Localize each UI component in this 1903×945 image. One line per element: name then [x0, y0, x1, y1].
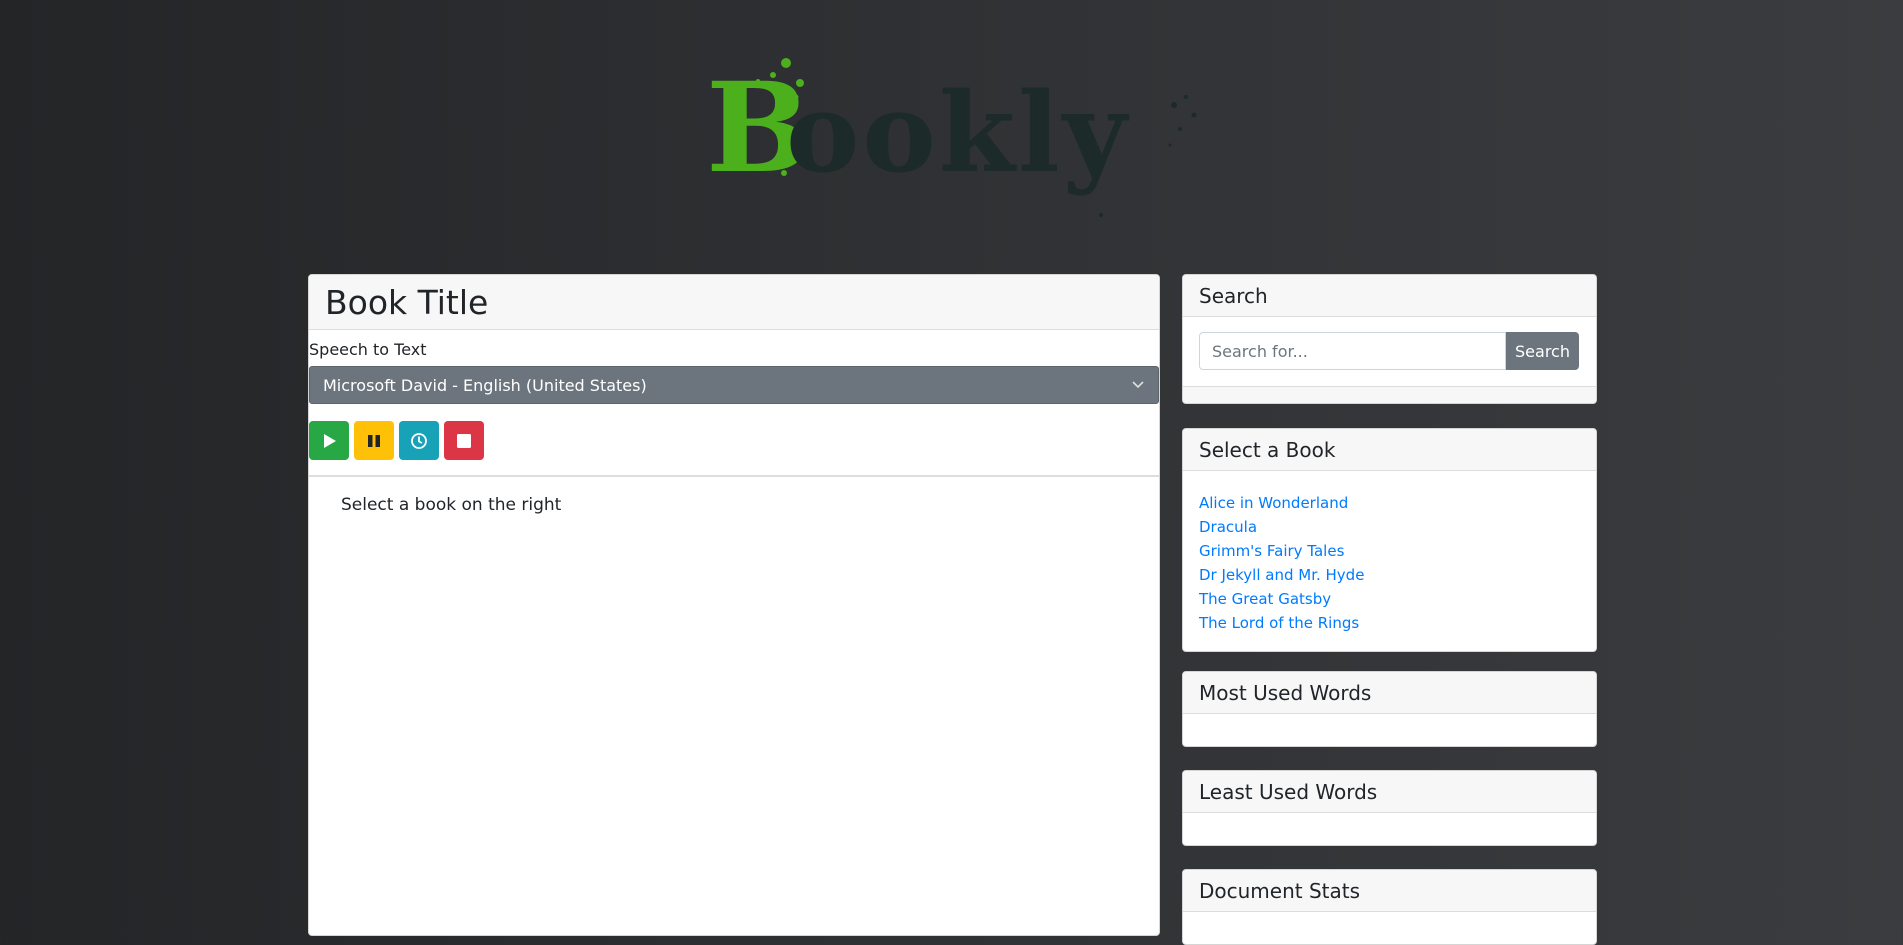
playback-controls: [309, 421, 1159, 461]
document-stats-body: [1183, 912, 1596, 944]
least-used-words-card: Least Used Words: [1182, 770, 1597, 846]
search-card-header: Search: [1183, 275, 1596, 317]
play-button[interactable]: [309, 421, 349, 460]
book-link-lotr[interactable]: The Lord of the Rings: [1199, 611, 1580, 635]
most-used-words-title: Most Used Words: [1199, 680, 1372, 705]
pause-button[interactable]: [354, 421, 394, 460]
search-card-footer: [1183, 386, 1596, 403]
most-used-words-body: [1183, 714, 1596, 746]
stop-icon: [457, 433, 471, 448]
book-link-grimm[interactable]: Grimm's Fairy Tales: [1199, 539, 1580, 563]
search-group: Search: [1183, 317, 1596, 386]
book-link-alice[interactable]: Alice in Wonderland: [1199, 491, 1580, 515]
book-title: Book Title: [325, 282, 489, 322]
select-book-card: Select a Book Alice in Wonderland Dracul…: [1182, 428, 1597, 652]
stop-button[interactable]: [444, 421, 484, 460]
document-stats-header: Document Stats: [1183, 870, 1596, 912]
voice-select[interactable]: Microsoft David - English (United States…: [309, 366, 1159, 404]
most-used-words-card: Most Used Words: [1182, 671, 1597, 747]
book-reader-card: Book Title Speech to Text Microsoft Davi…: [308, 274, 1160, 936]
select-book-title: Select a Book: [1199, 437, 1336, 462]
search-button[interactable]: Search: [1506, 332, 1579, 370]
bookly-logo: B ookly: [700, 45, 1220, 225]
pause-icon: [368, 434, 380, 447]
book-link-gatsby[interactable]: The Great Gatsby: [1199, 587, 1580, 611]
least-used-words-title: Least Used Words: [1199, 779, 1378, 804]
document-stats-title: Document Stats: [1199, 878, 1361, 903]
most-used-words-header: Most Used Words: [1183, 672, 1596, 714]
search-card: Search Search: [1182, 274, 1597, 404]
logo-rest: ookly: [786, 68, 1130, 197]
select-book-header: Select a Book: [1183, 429, 1596, 471]
clock-icon: [411, 432, 427, 449]
speech-to-text-label: Speech to Text: [309, 340, 427, 359]
play-icon: [324, 433, 336, 448]
book-list: Alice in Wonderland Dracula Grimm's Fair…: [1183, 471, 1596, 651]
least-used-words-body: [1183, 813, 1596, 845]
content-divider: [309, 475, 1159, 477]
chevron-down-icon: [1132, 381, 1144, 389]
book-link-dracula[interactable]: Dracula: [1199, 515, 1580, 539]
document-stats-card: Document Stats: [1182, 869, 1597, 945]
book-title-header: Book Title: [309, 275, 1159, 330]
book-content: Select a book on the right: [341, 495, 562, 515]
search-input[interactable]: [1199, 332, 1506, 370]
least-used-words-header: Least Used Words: [1183, 771, 1596, 813]
voice-select-value: Microsoft David - English (United States…: [323, 375, 647, 395]
timer-button[interactable]: [399, 421, 439, 460]
search-card-title: Search: [1199, 283, 1268, 308]
book-link-jekyll[interactable]: Dr Jekyll and Mr. Hyde: [1199, 563, 1580, 587]
